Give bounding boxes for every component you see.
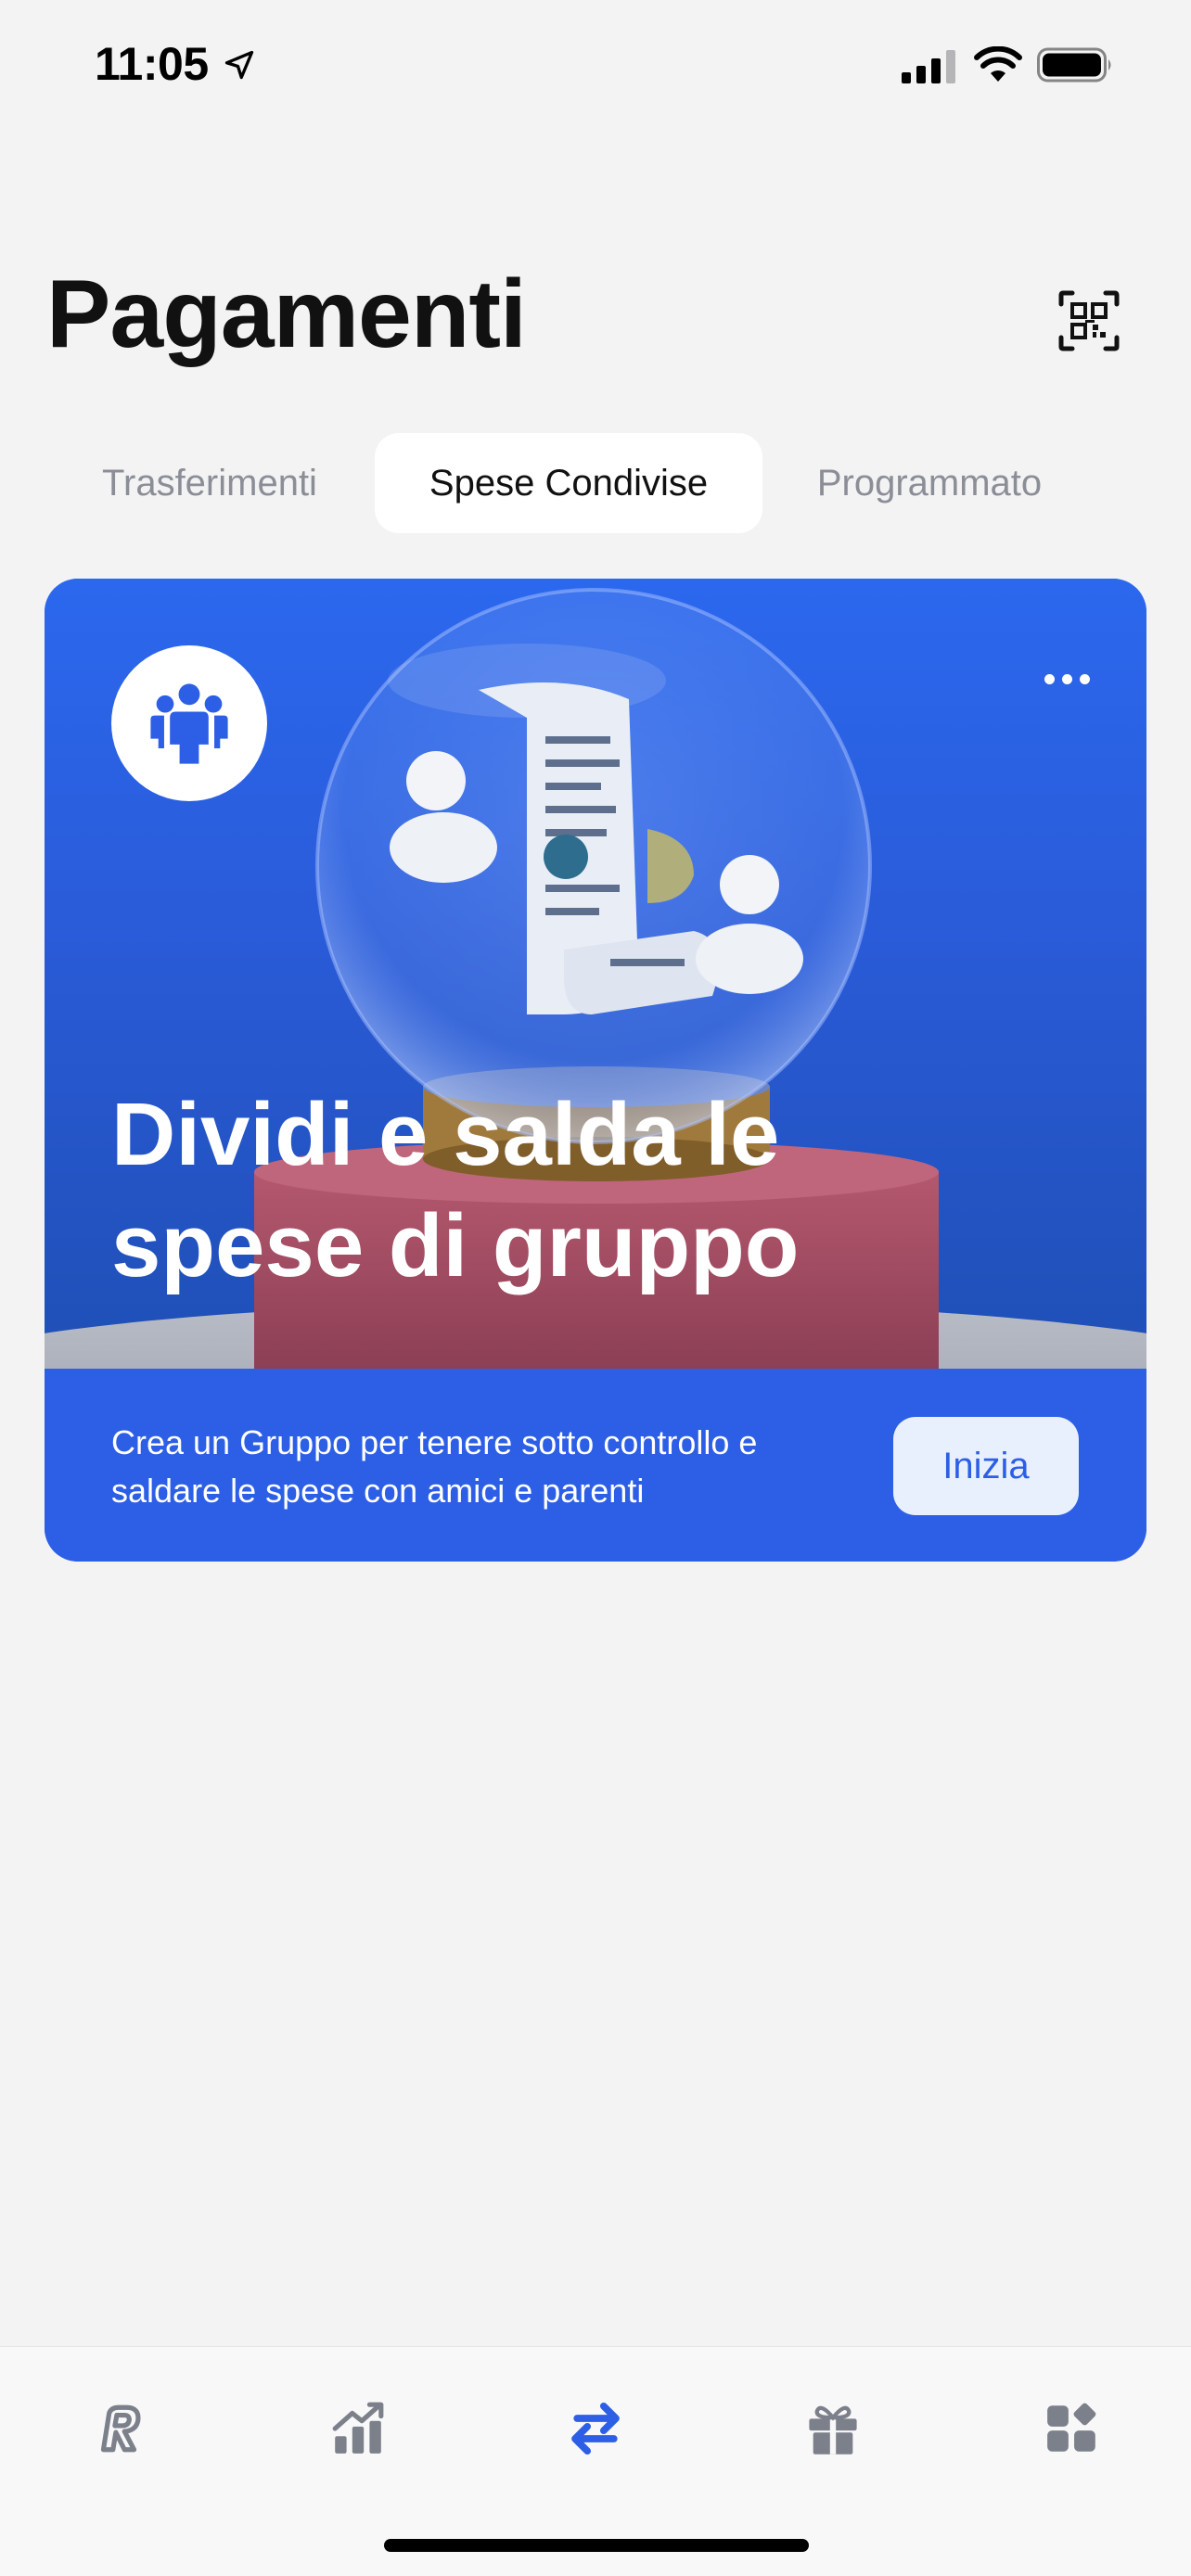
card-footer: Crea un Gruppo per tenere sotto controll… — [45, 1369, 1146, 1562]
nav-payments[interactable] — [549, 2382, 642, 2475]
shared-expenses-card: Dividi e salda le spese di gruppo Crea u… — [45, 579, 1146, 1562]
tab-spese-condivise[interactable]: Spese Condivise — [375, 433, 762, 533]
more-dots-icon — [1044, 673, 1055, 684]
nav-rewards[interactable] — [787, 2382, 879, 2475]
qr-scan-button[interactable] — [1057, 289, 1121, 352]
signal-bars-icon — [902, 50, 955, 83]
status-bar: 11:05 — [0, 0, 1191, 130]
page-title: Pagamenti — [46, 261, 527, 368]
nav-investments[interactable] — [312, 2382, 404, 2475]
nav-hub[interactable] — [1026, 2382, 1119, 2475]
group-avatar — [111, 645, 267, 801]
battery-icon — [1037, 47, 1111, 83]
tab-trasferimenti[interactable]: Trasferimenti — [45, 433, 375, 533]
card-more-button[interactable] — [1033, 651, 1100, 707]
status-time: 11:05 — [95, 38, 209, 90]
wifi-icon — [974, 46, 1022, 82]
more-dots-icon — [1061, 673, 1072, 684]
gift-icon — [809, 2405, 857, 2455]
more-dots-icon — [1079, 673, 1090, 684]
revolut-home-icon — [100, 2404, 141, 2453]
nav-home[interactable] — [72, 2382, 165, 2475]
tab-programmato[interactable]: Programmato — [762, 433, 1096, 533]
hub-grid-icon — [1047, 2403, 1096, 2452]
transfer-arrows-icon — [571, 2402, 620, 2455]
card-description: Crea un Gruppo per tenere sotto controll… — [111, 1423, 758, 1510]
card-title: Dividi e salda le spese di gruppo — [111, 1085, 800, 1295]
card-hero: Dividi e salda le spese di gruppo — [45, 579, 1146, 1369]
start-button[interactable]: Inizia — [893, 1417, 1079, 1515]
qr-code-scan-icon — [1058, 290, 1120, 351]
location-arrow-icon — [224, 50, 254, 80]
segment-tabs: Trasferimenti Spese Condivise Programmat… — [45, 433, 1146, 533]
stocks-chart-icon — [332, 2402, 384, 2454]
group-people-icon — [150, 683, 228, 764]
home-indicator — [384, 2539, 809, 2552]
